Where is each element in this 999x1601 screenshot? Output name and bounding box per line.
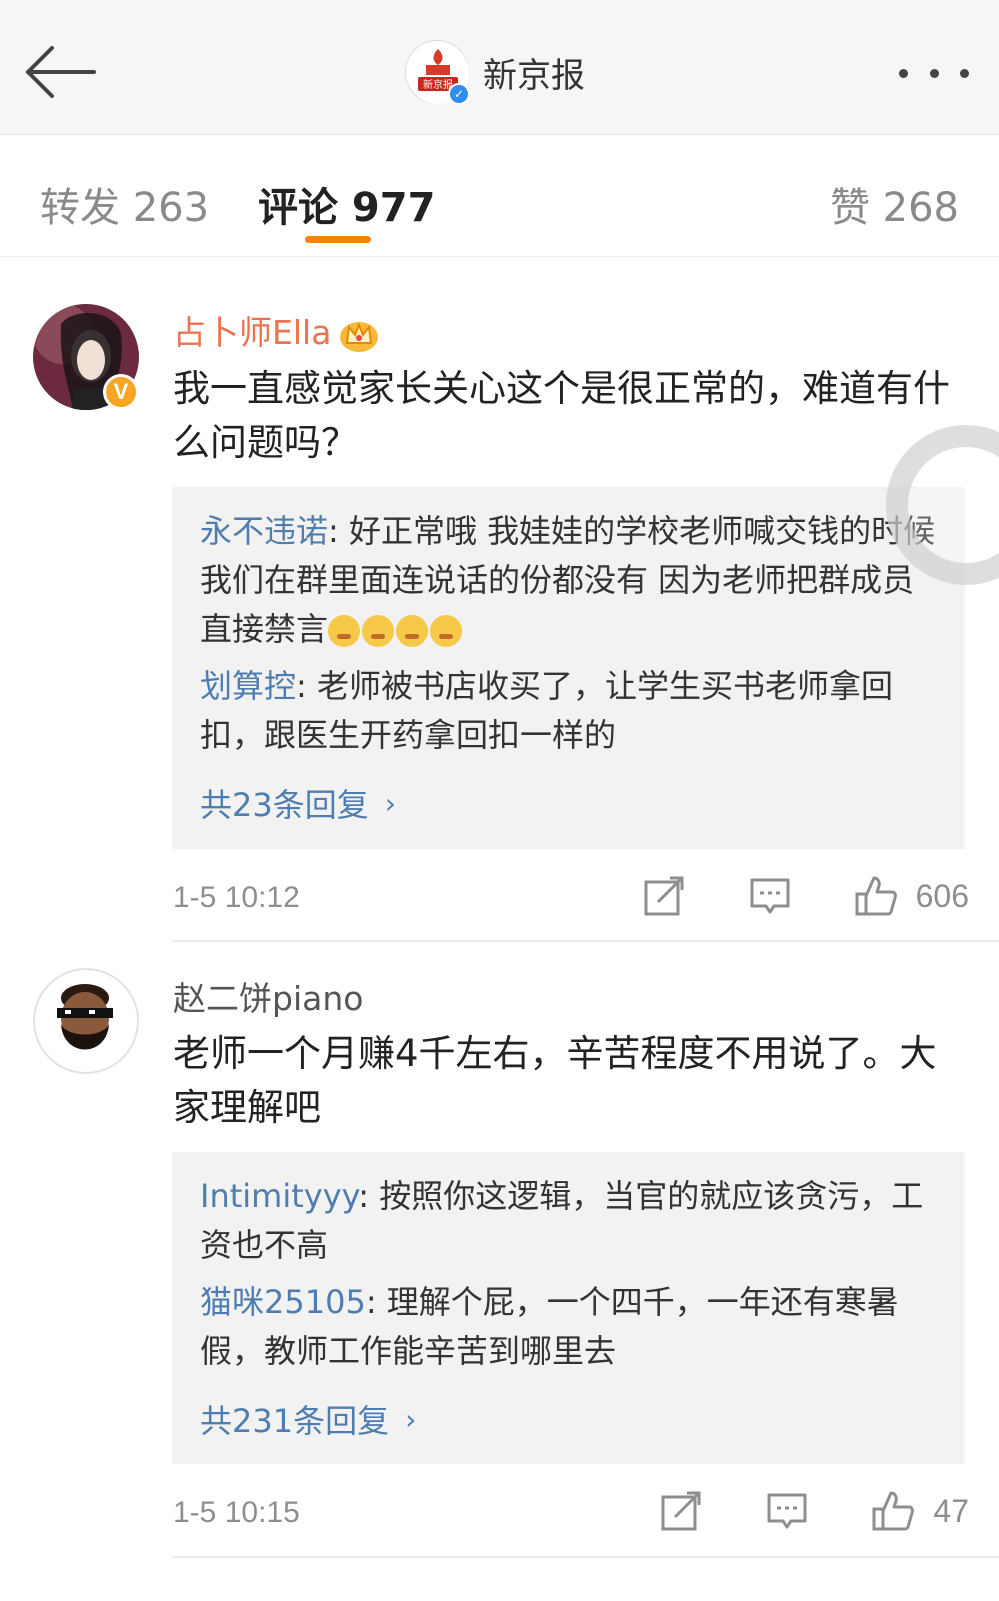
dot-icon — [929, 68, 939, 78]
sad-emoji-icon — [396, 615, 429, 647]
like-count: 47 — [933, 1492, 969, 1529]
divider — [172, 940, 999, 942]
like-count: 606 — [915, 877, 969, 914]
comment-icon[interactable] — [765, 1489, 809, 1533]
share-icon[interactable] — [642, 874, 686, 918]
comment-actions: 606 — [642, 874, 969, 918]
reply-separator: : — [358, 1177, 380, 1215]
active-tab-indicator — [305, 236, 371, 243]
comment-actions: 47 — [659, 1489, 969, 1533]
comment-username[interactable]: 赵二饼piano — [173, 972, 363, 1020]
comment-text: 我一直感觉家长关心这个是很正常的，难道有什么问题吗？ — [173, 367, 950, 464]
reply-username[interactable]: Intimityyy — [200, 1177, 358, 1215]
top-bar: 新京报 ✓ 新京报 — [0, 0, 999, 135]
more-options-button[interactable] — [899, 58, 969, 88]
comment-text: 老师一个月赚4千左右，辛苦程度不用说了。大家理解吧 — [173, 1032, 937, 1129]
divider — [172, 1556, 999, 1558]
reply-username[interactable]: 猫咪25105 — [200, 1283, 366, 1321]
thumbs-up-icon[interactable] — [871, 1489, 915, 1533]
reply-username[interactable]: 永不违诺 — [200, 512, 328, 550]
sad-emoji-icon — [328, 615, 361, 647]
user-photo — [33, 968, 139, 1074]
crown-icon — [340, 321, 379, 352]
dot-icon — [899, 68, 908, 78]
verified-badge-icon: ✓ — [448, 83, 470, 105]
avatar[interactable]: V — [33, 304, 139, 410]
tab-likes[interactable]: 赞 268 — [830, 175, 959, 233]
view-more-replies-link[interactable]: 共231条回复 › — [200, 1396, 416, 1442]
comment-icon[interactable] — [748, 874, 792, 918]
more-replies-label: 共231条回复 — [200, 1402, 390, 1440]
account-header[interactable]: 新京报 ✓ 新京报 — [405, 40, 585, 105]
username-text: 占卜师Ella — [173, 313, 332, 352]
reply-username[interactable]: 划算控 — [200, 667, 296, 705]
reply-separator: : — [296, 667, 317, 705]
account-name: 新京报 — [483, 55, 585, 96]
back-button[interactable] — [22, 42, 102, 102]
reply-item: 划算控: 老师被书店收买了，让学生买书老师拿回扣，跟医生开药拿回扣一样的 — [200, 662, 937, 760]
reply-separator: : — [365, 1283, 387, 1321]
vip-badge-icon: V — [103, 374, 139, 410]
chevron-right-icon: › — [384, 786, 396, 820]
dot-icon — [960, 68, 969, 78]
share-icon[interactable] — [659, 1489, 703, 1533]
comment-username[interactable]: 占卜师Ella — [173, 306, 379, 354]
account-avatar: 新京报 ✓ — [405, 40, 470, 105]
reply-separator: : — [328, 512, 349, 550]
replies-box[interactable]: Intimityyy: 按照你这逻辑，当官的就应该贪污，工资也不高 猫咪2510… — [172, 1152, 965, 1464]
tab-bar: 转发 263 评论 977 赞 268 — [0, 135, 999, 257]
reply-item: Intimityyy: 按照你这逻辑，当官的就应该贪污，工资也不高 — [200, 1172, 937, 1270]
replies-box[interactable]: 永不违诺: 好正常哦 我娃娃的学校老师喊交钱的时候 我们在群里面连说话的份都没有… — [172, 487, 965, 849]
comment-time: 1-5 10:12 — [173, 881, 300, 914]
reply-item: 永不违诺: 好正常哦 我娃娃的学校老师喊交钱的时候 我们在群里面连说话的份都没有… — [200, 507, 937, 654]
comment-time: 1-5 10:15 — [173, 1496, 300, 1529]
tab-comments[interactable]: 评论 977 — [258, 175, 435, 233]
sad-emoji-icon — [362, 615, 395, 647]
arrow-left-icon — [26, 46, 96, 98]
sad-emoji-icon — [430, 615, 463, 647]
thumbs-up-icon[interactable] — [854, 874, 898, 918]
tab-reposts[interactable]: 转发 263 — [40, 175, 209, 233]
more-replies-label: 共23条回复 — [200, 786, 369, 824]
chevron-right-icon: › — [405, 1402, 417, 1436]
avatar[interactable] — [33, 968, 139, 1074]
view-more-replies-link[interactable]: 共23条回复 › — [200, 780, 396, 826]
reply-item: 猫咪25105: 理解个屁，一个四千，一年还有寒暑假，教师工作能辛苦到哪里去 — [200, 1278, 937, 1376]
